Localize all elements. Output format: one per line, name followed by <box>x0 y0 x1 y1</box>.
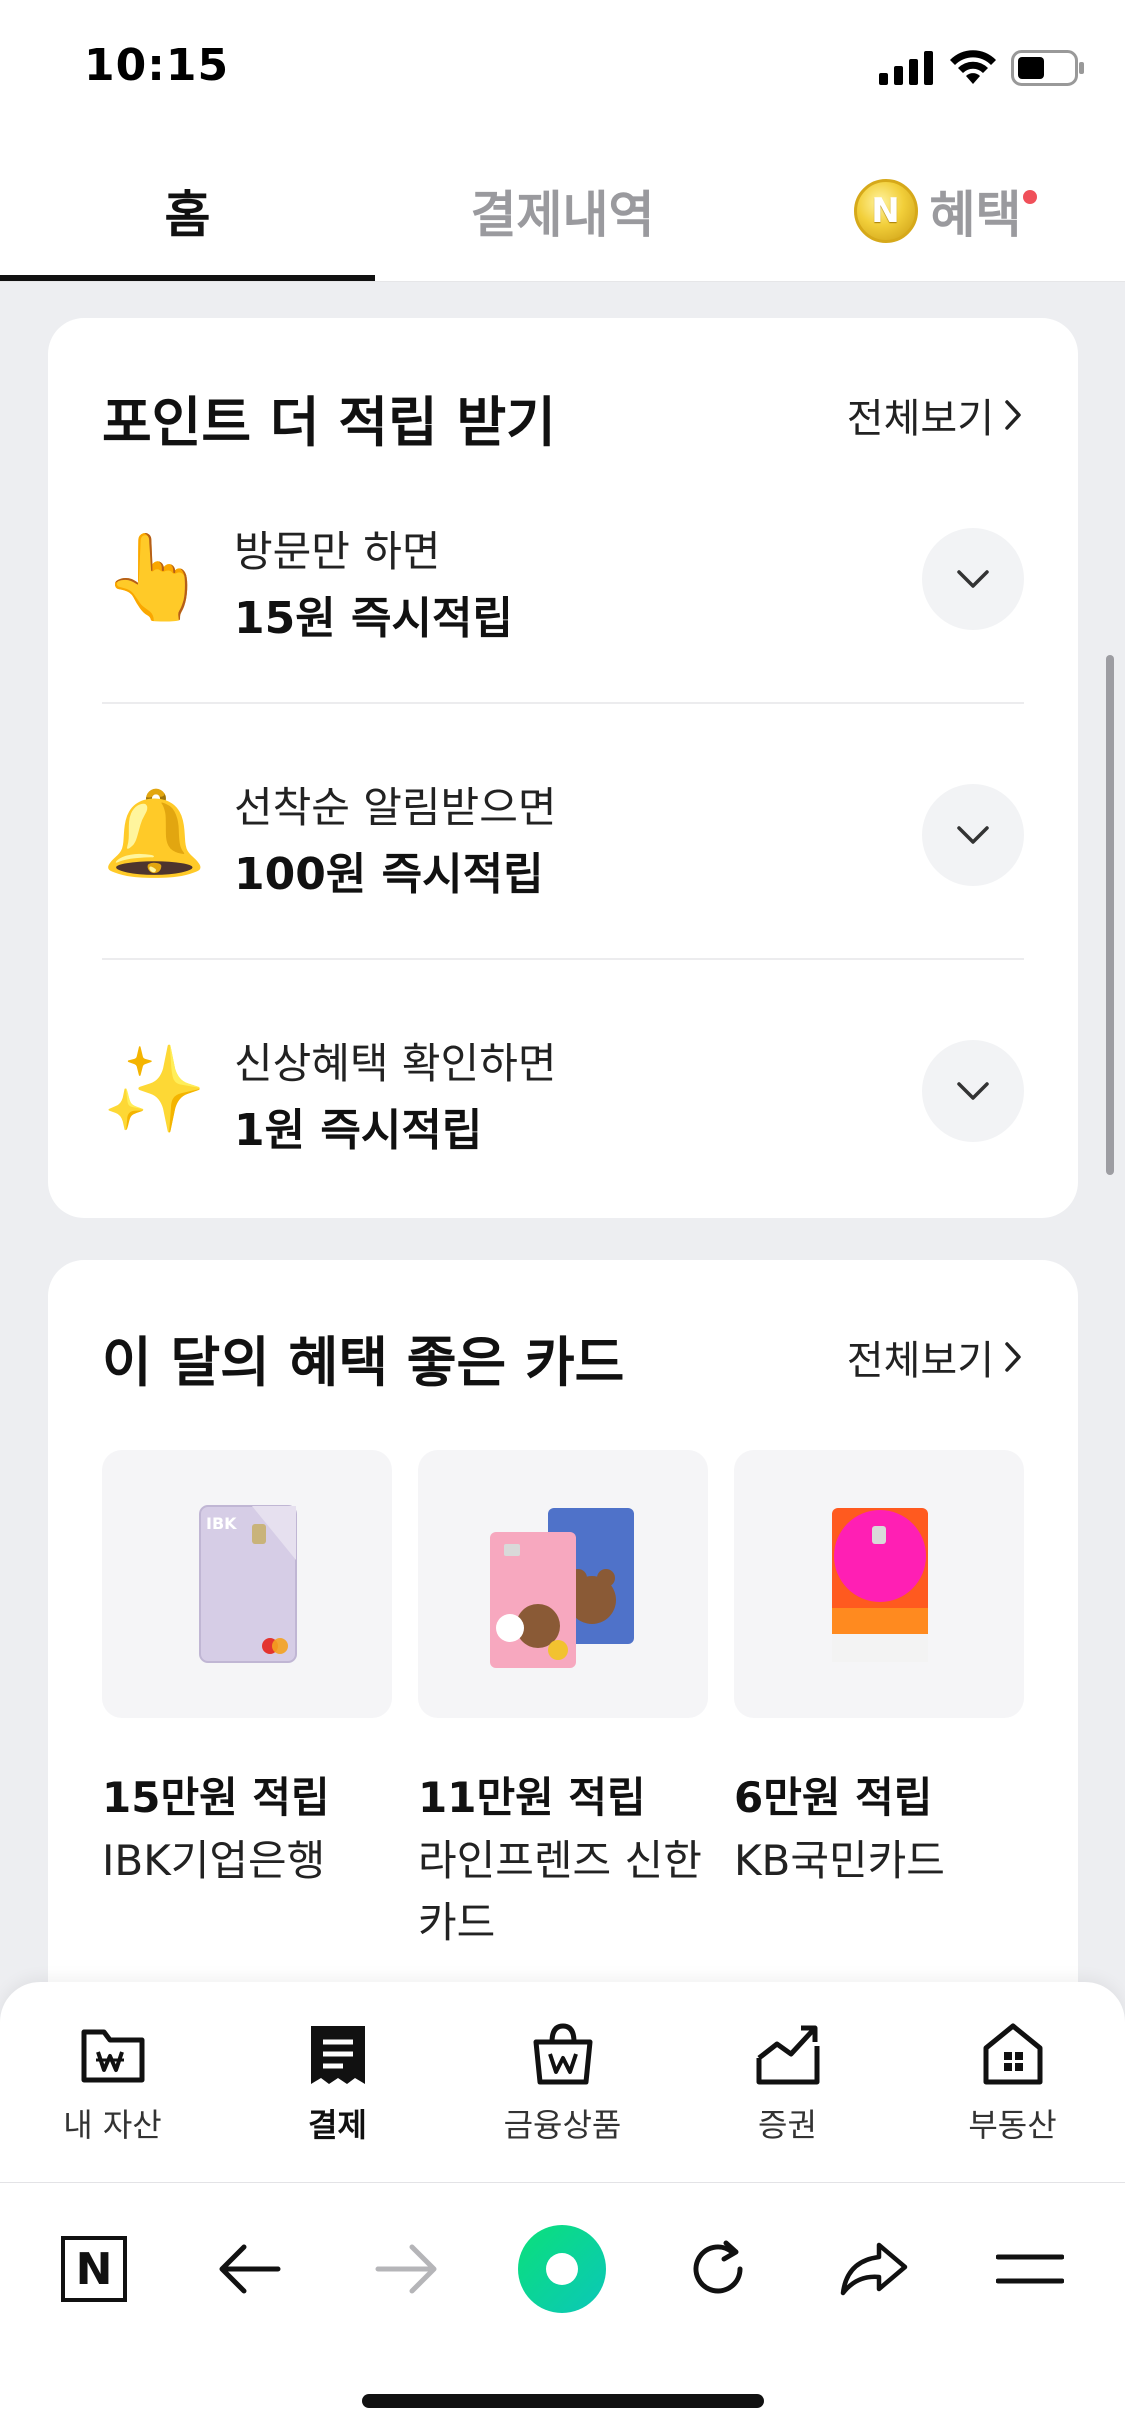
reward-amount: 100원 즉시적립 <box>234 849 544 900</box>
sparkles-icon: ✨ <box>102 1040 207 1138</box>
expand-button[interactable] <box>922 1040 1024 1142</box>
top-tabs: 홈 결제내역 N 혜택 <box>0 140 1125 282</box>
nav-label: 금융상품 <box>503 2106 622 2144</box>
naver-logo-letter: N <box>75 2243 113 2295</box>
forward-icon <box>375 2244 437 2294</box>
receipt-icon <box>310 2026 365 2084</box>
reward-condition: 선착순 알림받으면 <box>234 783 557 832</box>
naver-coin-icon: N <box>853 179 918 243</box>
house-icon <box>983 2023 1042 2085</box>
status-icons <box>879 48 1085 88</box>
tab-payment-history[interactable]: 결제내역 <box>375 140 750 282</box>
nav-financial-products[interactable]: 금융상품 <box>450 2022 675 2146</box>
nav-label: 증권 <box>758 2106 817 2144</box>
reward-row-alarm[interactable]: 🔔 선착순 알림받으면 100원 즉시적립 <box>102 706 1024 960</box>
expand-button[interactable] <box>922 528 1024 630</box>
product-name: 라인프렌즈 신한카드 <box>418 1836 702 1947</box>
reload-button[interactable] <box>668 2219 768 2319</box>
nav-my-assets[interactable]: 내 자산 <box>0 2022 225 2146</box>
monthly-cards-section: 이 달의 혜택 좋은 카드 전체보기 IBK 15만원 적립 IBK기업은행 1… <box>48 1260 1078 2040</box>
reward-amount: 15원 즉시적립 <box>234 593 513 644</box>
app-bottom-nav: 내 자산 결제 금융상품 증권 부동산 <box>0 1982 1125 2182</box>
chevron-right-icon <box>1005 400 1021 430</box>
nav-payment[interactable]: 결제 <box>225 2022 450 2146</box>
reward-row-new-benefit[interactable]: ✨ 신상혜택 확인하면 1원 즉시적립 <box>102 962 1024 1216</box>
points-card: 포인트 더 적립 받기 전체보기 👆 방문만 하면 15원 즉시적립 🔔 선착순… <box>48 318 1078 1218</box>
wallet-folder-icon <box>81 2029 144 2083</box>
chevron-down-icon <box>957 826 989 844</box>
green-dot-button[interactable] <box>512 2219 612 2319</box>
status-time: 10:15 <box>84 40 230 91</box>
tab-home[interactable]: 홈 <box>0 140 375 282</box>
wifi-icon <box>950 50 996 84</box>
signal-icon <box>879 51 933 85</box>
reward-amount: 1원 즉시적립 <box>234 1105 483 1156</box>
chart-up-icon <box>756 2025 819 2085</box>
tab-benefits[interactable]: N 혜택 <box>750 140 1125 282</box>
active-tab-indicator <box>0 275 375 281</box>
cards-see-all-link[interactable]: 전체보기 <box>847 1328 1024 1386</box>
product-name: KB국민카드 <box>734 1836 945 1885</box>
back-button[interactable] <box>200 2219 300 2319</box>
kb-card-image <box>832 1508 928 1662</box>
ibk-card-text: IBK <box>206 1514 237 1533</box>
points-card-title: 포인트 더 적립 받기 <box>102 391 556 454</box>
shopping-bag-icon <box>533 2023 592 2085</box>
share-icon <box>840 2242 908 2296</box>
ibk-card-image <box>199 1505 297 1663</box>
nav-label: 내 자산 <box>63 2106 162 2144</box>
nav-real-estate[interactable]: 부동산 <box>900 2022 1125 2146</box>
status-bar: 10:15 <box>0 0 1125 140</box>
reward-row-visit[interactable]: 👆 방문만 하면 15원 즉시적립 <box>102 450 1024 704</box>
reward-condition: 방문만 하면 <box>234 527 441 576</box>
tab-benefits-label: 혜택 <box>929 186 1022 244</box>
tab-home-label: 홈 <box>164 186 211 244</box>
battery-icon <box>1011 50 1084 86</box>
product-card-linefriends[interactable] <box>418 1450 708 1718</box>
nav-label: 결제 <box>308 2106 367 2144</box>
nav-label: 부동산 <box>968 2106 1057 2144</box>
points-see-all-link[interactable]: 전체보기 <box>847 386 1024 444</box>
cards-see-all-label: 전체보기 <box>846 1338 994 1384</box>
chevron-right-icon <box>1005 1342 1021 1372</box>
forward-button[interactable] <box>356 2219 456 2319</box>
product-price: 15만원 적립 <box>102 1773 330 1822</box>
tab-payment-history-label: 결제내역 <box>470 186 655 244</box>
reward-condition: 신상혜택 확인하면 <box>234 1039 557 1088</box>
back-icon <box>219 2244 281 2294</box>
product-price: 11만원 적립 <box>418 1773 646 1822</box>
chevron-down-icon <box>957 570 989 588</box>
bell-icon: 🔔 <box>102 784 207 882</box>
green-dot-icon <box>518 2225 606 2313</box>
linefriends-card-image <box>490 1508 634 1668</box>
menu-icon <box>996 2254 1064 2284</box>
reload-icon <box>693 2240 743 2294</box>
monthly-cards-title: 이 달의 혜택 좋은 카드 <box>102 1331 625 1394</box>
new-badge-dot <box>1023 190 1037 204</box>
product-card-kb[interactable] <box>734 1450 1024 1718</box>
chevron-down-icon <box>957 1082 989 1100</box>
share-button[interactable] <box>824 2219 924 2319</box>
product-card-ibk[interactable]: IBK <box>102 1450 392 1718</box>
scrollbar[interactable] <box>1106 655 1114 1175</box>
pointing-finger-icon: 👆 <box>102 528 207 626</box>
nav-securities[interactable]: 증권 <box>675 2022 900 2146</box>
points-see-all-label: 전체보기 <box>846 396 994 442</box>
product-price: 6만원 적립 <box>734 1773 933 1822</box>
menu-button[interactable] <box>980 2219 1080 2319</box>
product-name: IBK기업은행 <box>102 1836 326 1885</box>
naver-home-button[interactable]: N <box>44 2219 144 2319</box>
row-divider <box>102 702 1024 704</box>
row-divider <box>102 958 1024 960</box>
home-indicator[interactable] <box>362 2394 764 2408</box>
expand-button[interactable] <box>922 784 1024 886</box>
